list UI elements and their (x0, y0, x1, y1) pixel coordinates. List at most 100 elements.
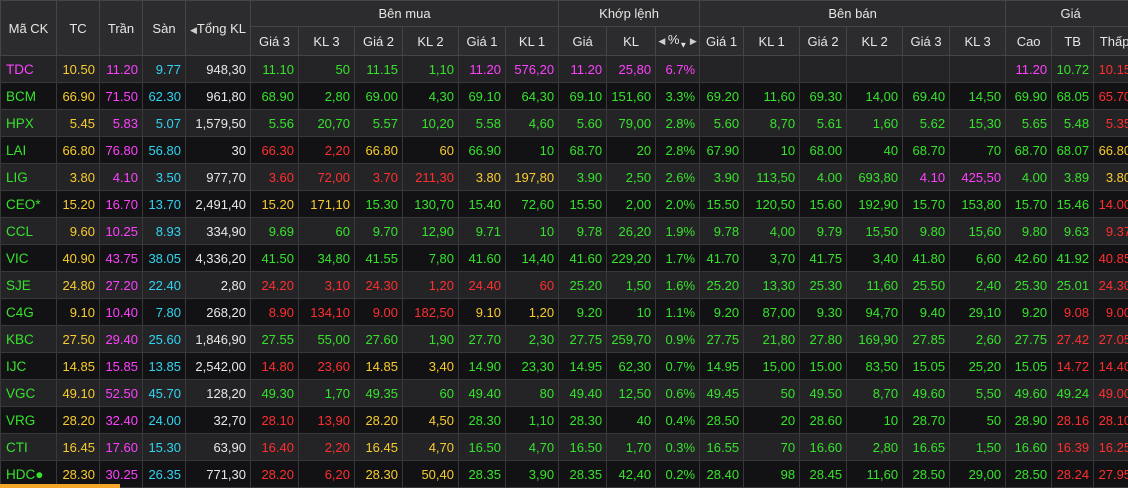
buy-cell[interactable]: 60 (402, 379, 459, 407)
buy-cell[interactable]: 13,90 (298, 406, 355, 434)
buy-cell[interactable]: 5.58 (458, 109, 506, 137)
sell-cell[interactable]: 25.20 (699, 271, 745, 299)
buy-cell[interactable]: 14.90 (458, 352, 506, 380)
sell-cell[interactable] (799, 55, 848, 83)
symbol-cell[interactable]: BCM (0, 82, 57, 110)
sell-cell[interactable]: 5.62 (902, 109, 951, 137)
buy-cell[interactable]: 1,10 (402, 55, 459, 83)
buy-cell[interactable]: 14.85 (354, 352, 403, 380)
col-price-2[interactable]: Thấp (1093, 26, 1128, 56)
sell-cell[interactable]: 4.00 (799, 163, 848, 191)
buy-cell[interactable]: 50 (298, 55, 355, 83)
buy-cell[interactable]: 55,00 (298, 325, 355, 353)
table-row[interactable]: C4G 9.10 10.40 7.80 268,20 8.90 134,10 9.00 182,… (0, 298, 1128, 326)
buy-cell[interactable]: 9.10 (458, 298, 506, 326)
sell-cell[interactable]: 21,80 (743, 325, 801, 353)
sell-cell[interactable]: 50 (949, 406, 1007, 434)
col-buy-0[interactable]: Giá 3 (250, 26, 299, 56)
col-sell-3[interactable]: KL 2 (846, 26, 904, 56)
buy-cell[interactable]: 2,80 (298, 82, 355, 110)
sell-cell[interactable]: 25.50 (902, 271, 951, 299)
sell-cell[interactable]: 9.30 (799, 298, 848, 326)
symbol-cell[interactable]: VRG (0, 406, 57, 434)
sell-cell[interactable] (743, 55, 801, 83)
buy-cell[interactable]: 60 (504, 271, 560, 299)
sell-cell[interactable]: 6,60 (949, 244, 1007, 272)
symbol-cell[interactable]: CCL (0, 217, 57, 245)
sell-cell[interactable]: 69.20 (699, 82, 745, 110)
buy-cell[interactable]: 1,20 (402, 271, 459, 299)
symbol-cell[interactable]: TDC (0, 55, 57, 83)
sell-cell[interactable]: 11,60 (743, 82, 801, 110)
col-sell-5[interactable]: KL 3 (949, 26, 1007, 56)
col-sell-2[interactable]: Giá 2 (799, 26, 848, 56)
buy-cell[interactable]: 66.30 (250, 136, 299, 164)
col-buy-1[interactable]: KL 3 (298, 26, 355, 56)
col-match-0[interactable]: Giá (558, 26, 608, 56)
buy-cell[interactable]: 50,40 (402, 460, 459, 488)
buy-cell[interactable]: 80 (504, 379, 560, 407)
sell-cell[interactable]: 15,30 (949, 109, 1007, 137)
buy-cell[interactable]: 8.90 (250, 298, 299, 326)
sell-cell[interactable] (902, 55, 951, 83)
sell-cell[interactable]: 9.79 (799, 217, 848, 245)
sell-cell[interactable]: 40 (846, 136, 904, 164)
sell-cell[interactable]: 5.60 (699, 109, 745, 137)
sell-cell[interactable]: 50 (743, 379, 801, 407)
buy-cell[interactable]: 1,90 (402, 325, 459, 353)
table-row[interactable]: VGC 49.10 52.50 45.70 128,20 49.30 1,70 49.35 60… (0, 379, 1128, 407)
buy-cell[interactable]: 3.80 (458, 163, 506, 191)
buy-cell[interactable]: 197,80 (504, 163, 560, 191)
sell-cell[interactable]: 27.75 (699, 325, 745, 353)
buy-cell[interactable]: 28.20 (354, 406, 403, 434)
sell-cell[interactable]: 28.50 (699, 406, 745, 434)
sell-cell[interactable]: 5.61 (799, 109, 848, 137)
col-buy-2[interactable]: Giá 2 (354, 26, 403, 56)
sell-cell[interactable]: 693,80 (846, 163, 904, 191)
sell-cell[interactable]: 153,80 (949, 190, 1007, 218)
sell-cell[interactable]: 1,60 (846, 109, 904, 137)
sell-cell[interactable]: 9.80 (902, 217, 951, 245)
sell-cell[interactable]: 70 (743, 433, 801, 461)
col-match-2[interactable]: ◀ %▼ ▶ (655, 26, 701, 56)
sell-cell[interactable]: 16.60 (799, 433, 848, 461)
buy-cell[interactable]: 68.90 (250, 82, 299, 110)
sell-cell[interactable]: 20 (743, 406, 801, 434)
pct-prev-icon[interactable]: ◀ (658, 36, 667, 46)
buy-cell[interactable]: 9.71 (458, 217, 506, 245)
col-buy-3[interactable]: KL 2 (402, 26, 459, 56)
buy-cell[interactable]: 1,20 (504, 298, 560, 326)
sell-cell[interactable]: 69.30 (799, 82, 848, 110)
buy-cell[interactable]: 16.50 (458, 433, 506, 461)
col-ref[interactable]: TC (56, 0, 100, 56)
col-match-1[interactable]: KL (606, 26, 657, 56)
symbol-cell[interactable]: C4G (0, 298, 57, 326)
sell-cell[interactable]: 15.70 (902, 190, 951, 218)
col-price-0[interactable]: Cao (1005, 26, 1053, 56)
table-row[interactable]: IJC 14.85 15.85 13.85 2,542,00 14.80 23,60 14.8… (0, 352, 1128, 380)
sell-cell[interactable]: 16.55 (699, 433, 745, 461)
sell-cell[interactable]: 113,50 (743, 163, 801, 191)
sell-cell[interactable]: 28.50 (902, 460, 951, 488)
buy-cell[interactable]: 4,70 (504, 433, 560, 461)
sell-cell[interactable]: 8,70 (743, 109, 801, 137)
buy-cell[interactable]: 28.10 (250, 406, 299, 434)
table-row[interactable]: SJE 24.80 27.20 22.40 2,80 24.20 3,10 24.30 1,20… (0, 271, 1128, 299)
table-row[interactable]: VRG 28.20 32.40 24.00 32,70 28.10 13,90 28.20 4,… (0, 406, 1128, 434)
sell-cell[interactable]: 11,60 (846, 460, 904, 488)
sell-cell[interactable]: 49.60 (902, 379, 951, 407)
buy-cell[interactable]: 64,30 (504, 82, 560, 110)
buy-cell[interactable]: 23,60 (298, 352, 355, 380)
sell-cell[interactable]: 1,50 (949, 433, 1007, 461)
sell-cell[interactable]: 69.40 (902, 82, 951, 110)
buy-cell[interactable]: 49.30 (250, 379, 299, 407)
sell-cell[interactable]: 9.40 (902, 298, 951, 326)
buy-cell[interactable]: 10 (504, 136, 560, 164)
sell-cell[interactable]: 15,50 (846, 217, 904, 245)
buy-cell[interactable]: 14,40 (504, 244, 560, 272)
sell-cell[interactable]: 41.80 (902, 244, 951, 272)
buy-cell[interactable]: 49.40 (458, 379, 506, 407)
symbol-cell[interactable]: HPX (0, 109, 57, 137)
buy-cell[interactable]: 3,10 (298, 271, 355, 299)
symbol-cell[interactable]: KBC (0, 325, 57, 353)
